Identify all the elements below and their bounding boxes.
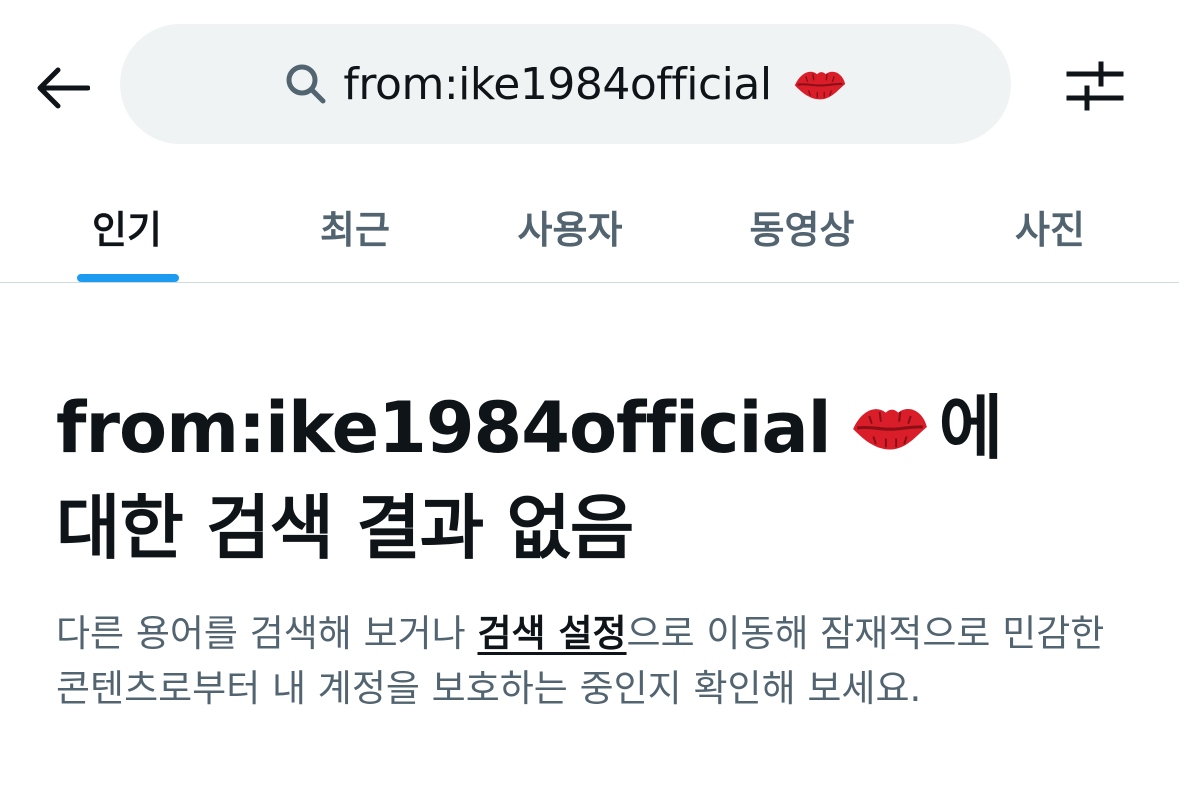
search-icon xyxy=(283,61,329,107)
kiss-mark-icon xyxy=(794,71,845,100)
top-bar: from:ike1984official xyxy=(0,0,1179,170)
empty-title-query: from:ike1984official xyxy=(56,387,832,469)
filter-sliders-icon xyxy=(1066,61,1124,111)
search-input[interactable]: from:ike1984official xyxy=(120,24,1011,144)
search-filter-button[interactable] xyxy=(1060,54,1130,118)
tab-label: 사진 xyxy=(1015,207,1085,252)
search-settings-link[interactable]: 검색 설정 xyxy=(477,612,626,655)
tab-photos[interactable]: 사진 xyxy=(985,170,1115,282)
search-query-text: from:ike1984official xyxy=(343,58,772,110)
search-tabs: 인기 최근 사용자 동영상 사진 xyxy=(0,170,1179,283)
active-tab-indicator xyxy=(77,274,179,282)
tab-videos[interactable]: 동영상 xyxy=(722,170,882,282)
empty-state-description: 다른 용어를 검색해 보거나 검색 설정으로 이동해 잠재적으로 민감한 콘텐츠… xyxy=(56,606,1126,716)
tab-label: 사용자 xyxy=(517,207,623,252)
empty-title-suffix: 에 xyxy=(938,387,1003,469)
arrow-left-icon xyxy=(37,67,90,109)
kiss-mark-icon xyxy=(852,409,927,450)
desc-text-before: 다른 용어를 검색해 보거나 xyxy=(56,612,478,655)
back-button[interactable] xyxy=(30,56,94,120)
tab-label: 최근 xyxy=(320,207,390,252)
tab-label: 동영상 xyxy=(749,207,855,252)
tab-people[interactable]: 사용자 xyxy=(490,170,650,282)
empty-state-title: from:ike1984official 에 대한 검색 결과 없음 xyxy=(56,378,1136,578)
empty-state: from:ike1984official 에 대한 검색 결과 없음 다른 용어… xyxy=(56,378,1136,716)
tab-label: 인기 xyxy=(92,207,162,252)
empty-title-line2: 대한 검색 결과 없음 xyxy=(56,487,634,569)
tab-top[interactable]: 인기 xyxy=(62,170,192,282)
tab-latest[interactable]: 최근 xyxy=(290,170,420,282)
